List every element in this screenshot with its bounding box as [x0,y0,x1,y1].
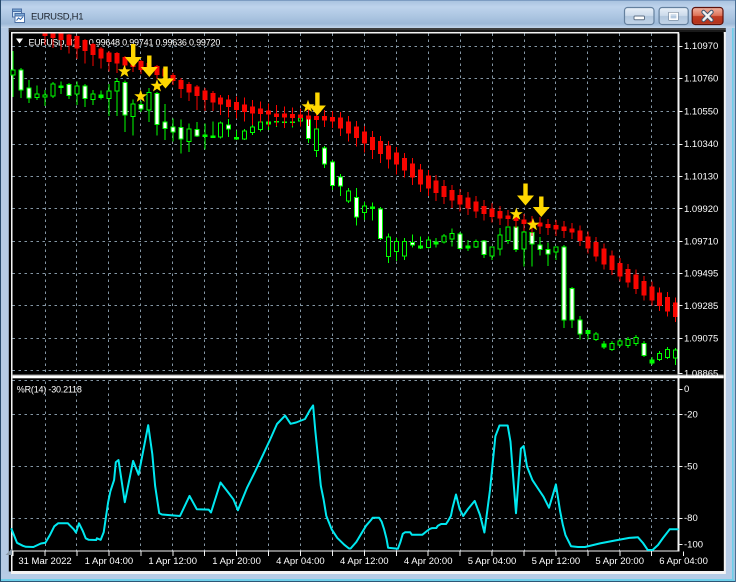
svg-text:1 Apr 12:00: 1 Apr 12:00 [148,556,197,567]
svg-text:4 Apr 04:00: 4 Apr 04:00 [276,556,325,567]
svg-text:1.10340: 1.10340 [684,139,718,150]
svg-text:4 Apr 12:00: 4 Apr 12:00 [340,556,389,567]
svg-text:5 Apr 12:00: 5 Apr 12:00 [532,556,581,567]
svg-text:-20: -20 [684,410,698,421]
svg-text:1 Apr 04:00: 1 Apr 04:00 [85,556,134,567]
svg-text:1.09495: 1.09495 [684,268,718,279]
svg-text:4 Apr 20:00: 4 Apr 20:00 [404,556,453,567]
svg-text:6 Apr 04:00: 6 Apr 04:00 [659,556,708,567]
svg-text:0: 0 [684,384,689,395]
svg-text:1.10130: 1.10130 [684,172,718,183]
svg-text:1.10970: 1.10970 [684,41,718,52]
svg-text:5 Apr 20:00: 5 Apr 20:00 [595,556,644,567]
svg-text:1.09710: 1.09710 [684,237,718,248]
svg-text:%R(14) -30.2118: %R(14) -30.2118 [17,385,82,395]
svg-text:-100: -100 [684,539,703,550]
svg-text:1.08865: 1.08865 [684,369,718,380]
svg-text:-50: -50 [684,461,698,472]
svg-text:0.99648 0.99741 0.99636 0.9972: 0.99648 0.99741 0.99636 0.99720 [89,38,221,48]
svg-text:1.10760: 1.10760 [684,74,718,85]
svg-text:1.09075: 1.09075 [684,333,718,344]
svg-text:1.09920: 1.09920 [684,204,718,215]
svg-text:EURUSD,H1: EURUSD,H1 [31,12,83,23]
svg-text:1.10550: 1.10550 [684,106,718,117]
svg-text:1.09285: 1.09285 [684,301,718,312]
svg-text:1 Apr 20:00: 1 Apr 20:00 [212,556,261,567]
svg-text:31 Mar 2022: 31 Mar 2022 [18,556,71,567]
svg-text:-80: -80 [684,513,698,524]
svg-text:5 Apr 04:00: 5 Apr 04:00 [468,556,517,567]
